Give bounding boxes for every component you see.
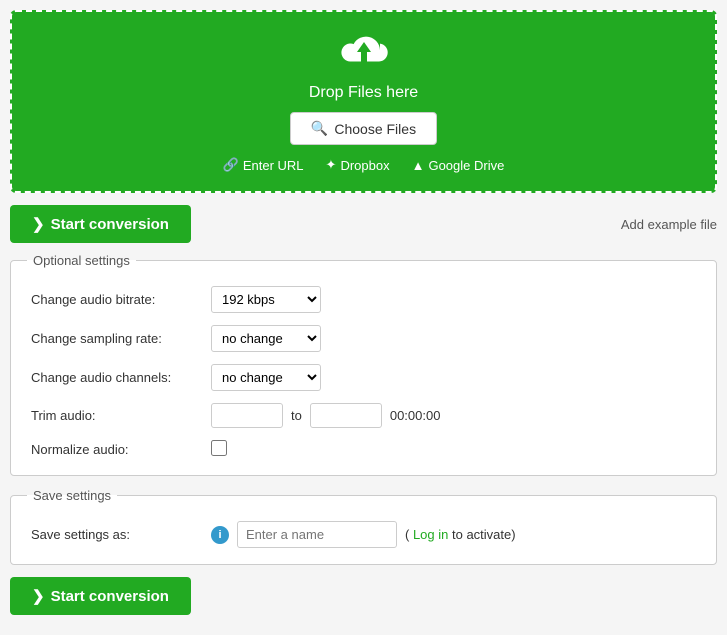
save-settings-row: Save settings as: i ( Log in to activate… <box>27 515 700 554</box>
normalize-audio-label: Normalize audio: <box>27 434 207 465</box>
source-links: 🔗 Enter URL ✦ Dropbox ▲ Google Drive <box>22 157 705 173</box>
page-wrapper: Drop Files here 🔍 Choose Files 🔗 Enter U… <box>0 0 727 635</box>
audio-bitrate-select[interactable]: 32 kbps 64 kbps 96 kbps 128 kbps 160 kbp… <box>211 286 321 313</box>
info-icon[interactable]: i <box>211 526 229 544</box>
upload-icon <box>337 32 391 76</box>
drop-files-text: Drop Files here <box>22 84 705 102</box>
top-start-conversion-button[interactable]: ❯ Start conversion <box>10 205 191 243</box>
audio-bitrate-label: Change audio bitrate: <box>27 280 207 319</box>
login-note-suffix: to activate) <box>452 527 516 542</box>
normalize-audio-checkbox[interactable] <box>211 440 227 456</box>
sampling-rate-label: Change sampling rate: <box>27 319 207 358</box>
optional-settings-fieldset: Optional settings Change audio bitrate: … <box>10 253 717 476</box>
bottom-start-conversion-button[interactable]: ❯ Start conversion <box>10 577 191 615</box>
top-start-conversion-label: Start conversion <box>51 216 169 233</box>
audio-bitrate-row: Change audio bitrate: 32 kbps 64 kbps 96… <box>27 280 700 319</box>
link-icon: 🔗 <box>223 157 239 173</box>
trim-audio-label: Trim audio: <box>27 397 207 434</box>
drive-label: Google Drive <box>428 158 504 173</box>
search-icon: 🔍 <box>311 120 328 137</box>
drop-zone[interactable]: Drop Files here 🔍 Choose Files 🔗 Enter U… <box>10 10 717 193</box>
optional-settings-legend: Optional settings <box>27 253 136 268</box>
trim-start-input[interactable] <box>211 403 283 428</box>
bottom-start-conversion-label: Start conversion <box>51 588 169 605</box>
normalize-audio-row: Normalize audio: <box>27 434 700 465</box>
top-conversion-row: ❯ Start conversion Add example file <box>10 205 717 243</box>
trim-audio-row: Trim audio: to 00:00:00 <box>27 397 700 434</box>
login-link[interactable]: Log in <box>413 527 448 542</box>
dropbox-link[interactable]: ✦ Dropbox <box>326 157 390 173</box>
save-settings-fieldset: Save settings Save settings as: i ( Log … <box>10 488 717 565</box>
audio-channels-row: Change audio channels: no change 1 (Mono… <box>27 358 700 397</box>
trim-row: to 00:00:00 <box>211 403 696 428</box>
audio-channels-select[interactable]: no change 1 (Mono) 2 (Stereo) <box>211 364 321 391</box>
add-example-link[interactable]: Add example file <box>621 217 717 232</box>
sampling-rate-select[interactable]: no change 8000 Hz 11025 Hz 22050 Hz 4410… <box>211 325 321 352</box>
dropbox-icon: ✦ <box>326 157 337 173</box>
enter-url-label: Enter URL <box>243 158 304 173</box>
save-settings-legend: Save settings <box>27 488 117 503</box>
save-row: i ( Log in to activate) <box>211 521 696 548</box>
choose-files-label: Choose Files <box>334 121 416 137</box>
login-note: ( Log in to activate) <box>405 527 516 542</box>
trim-to-label: to <box>291 408 302 423</box>
save-settings-label: Save settings as: <box>27 515 207 554</box>
choose-files-button[interactable]: 🔍 Choose Files <box>290 112 437 145</box>
trim-end-input[interactable] <box>310 403 382 428</box>
settings-table: Change audio bitrate: 32 kbps 64 kbps 96… <box>27 280 700 465</box>
trim-time-display: 00:00:00 <box>390 408 441 423</box>
drive-icon: ▲ <box>412 158 425 173</box>
enter-url-link[interactable]: 🔗 Enter URL <box>223 157 304 173</box>
google-drive-link[interactable]: ▲ Google Drive <box>412 157 505 173</box>
bottom-chevron-right-icon: ❯ <box>32 587 45 605</box>
audio-channels-label: Change audio channels: <box>27 358 207 397</box>
dropbox-label: Dropbox <box>340 158 389 173</box>
save-name-input[interactable] <box>237 521 397 548</box>
bottom-conversion-row: ❯ Start conversion <box>10 577 717 615</box>
chevron-right-icon: ❯ <box>32 215 45 233</box>
save-settings-table: Save settings as: i ( Log in to activate… <box>27 515 700 554</box>
sampling-rate-row: Change sampling rate: no change 8000 Hz … <box>27 319 700 358</box>
